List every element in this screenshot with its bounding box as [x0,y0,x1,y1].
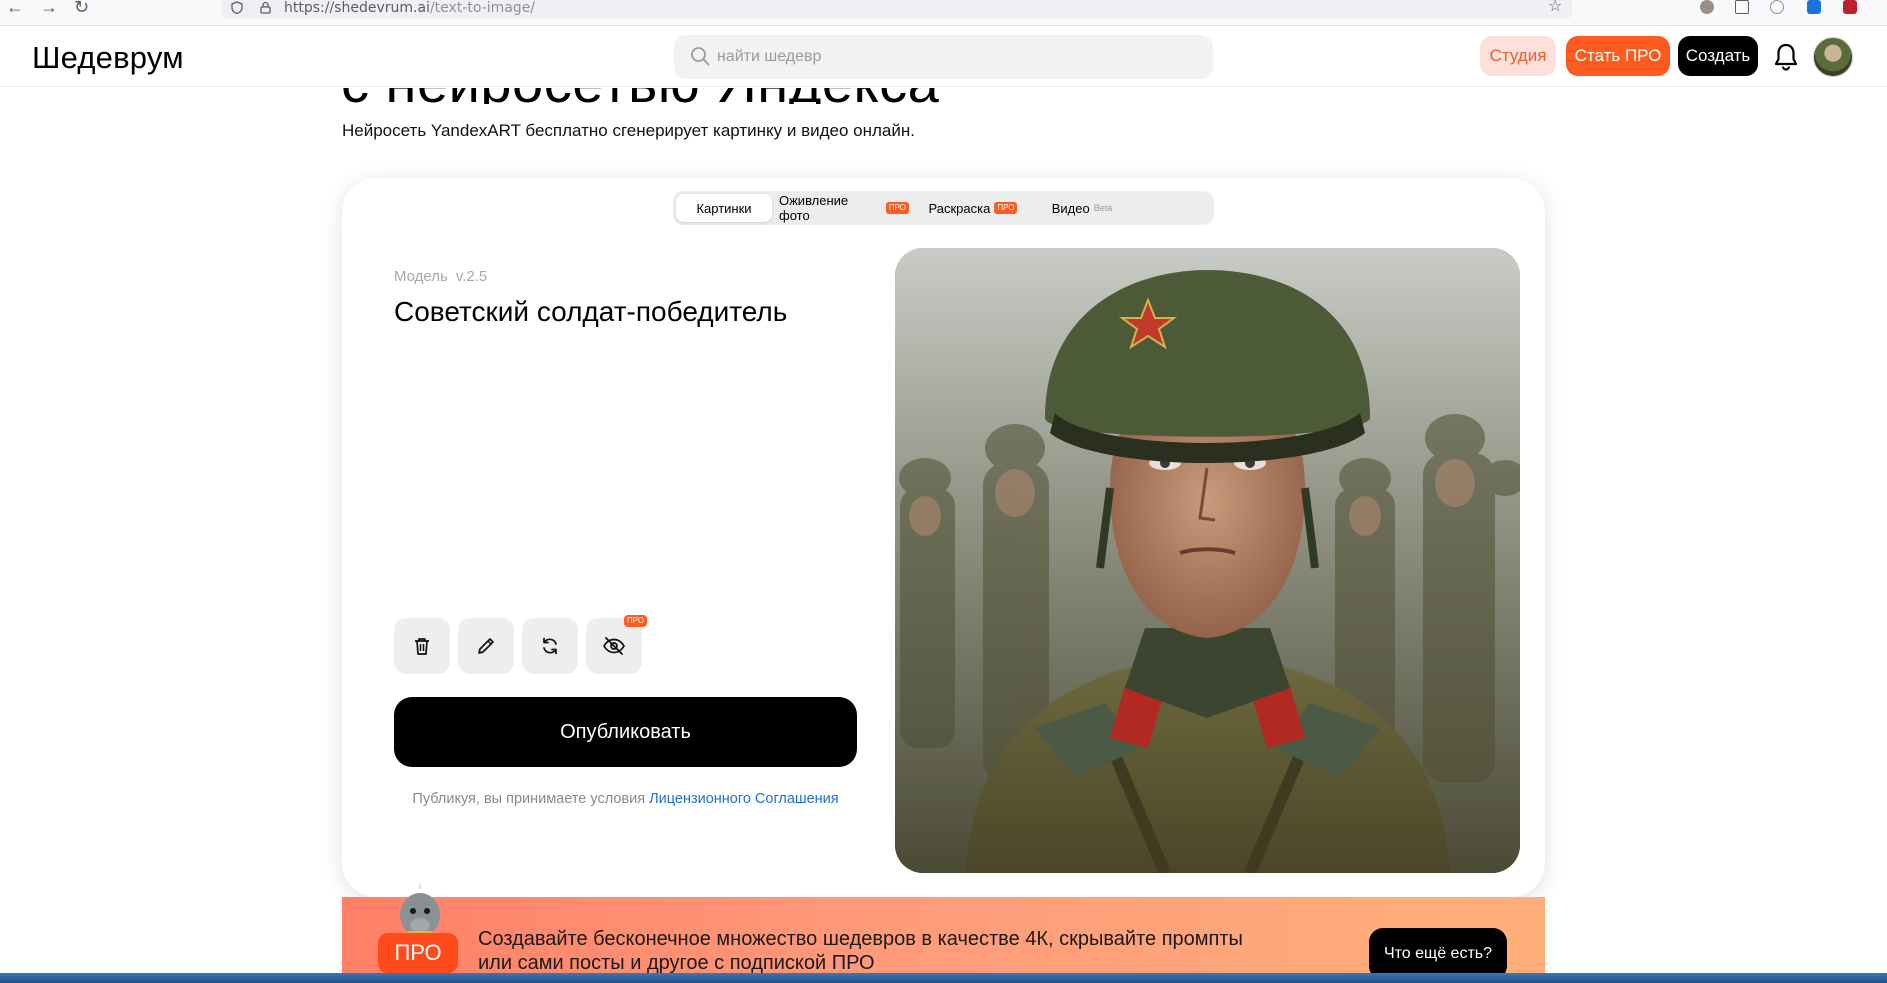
tab-images[interactable]: Картинки [676,194,772,222]
tab-video[interactable]: Видео Beta [1037,194,1127,222]
search-icon [691,47,710,66]
url-text[interactable]: https://shedevrum.ai/text-to-image/ [284,0,535,16]
regenerate-button[interactable] [522,618,578,674]
search-input[interactable] [717,35,1197,79]
search-box[interactable] [674,35,1213,79]
extension-globe-icon[interactable] [1770,0,1784,14]
model-selector[interactable]: Модель v.2.5 [394,268,487,285]
pro-badge: ПРО [994,202,1018,214]
publish-button[interactable]: Опубликовать [394,697,857,767]
license-agreement-link[interactable]: Лицензионного Соглашения [649,791,838,807]
pro-promo-banner: ПРО Создавайте бесконечное множество шед… [342,881,1545,983]
studio-button[interactable]: Студия [1480,36,1556,76]
soldier-portrait-image [895,248,1520,873]
os-taskbar [0,973,1887,983]
delete-button[interactable] [394,618,450,674]
generated-image[interactable] [895,248,1520,873]
extension-avatar-icon[interactable] [1700,0,1714,14]
prompt-text[interactable]: Советский солдат-победитель [394,296,787,328]
page-subtitle: Нейросеть YandexART бесплатно сгенерируе… [342,121,915,140]
promo-text: Создавайте бесконечное множество шедевро… [478,928,1243,974]
trash-icon [415,638,429,655]
user-avatar[interactable] [1813,37,1853,77]
extension-shield-icon[interactable] [1807,0,1821,14]
become-pro-button[interactable]: Стать ПРО [1566,36,1670,76]
extension-page-icon[interactable] [1735,0,1749,14]
tab-photo-animation[interactable]: Оживление фото ПРО [779,193,909,223]
refresh-icon [543,637,557,655]
hide-button[interactable]: ПРО [586,615,648,674]
bell-icon[interactable] [1772,42,1800,72]
extension-red-icon[interactable] [1843,0,1857,14]
eye-off-icon [603,637,625,655]
tab-coloring[interactable]: Раскраска ПРО [923,194,1023,222]
mode-tabs: Картинки Оживление фото ПРО Раскраска ПРО … [673,191,1214,225]
terms-text: Публикуя, вы принимаете условия Лицензио… [412,791,839,807]
lock-icon[interactable] [260,1,271,14]
browser-toolbar: ← → ↻ https://shedevrum.ai/text-to-image… [0,0,1887,26]
beta-label: Beta [1093,203,1113,213]
page-headline: с нейросетью Яндекса [341,88,1141,104]
pencil-icon [478,638,494,654]
bookmark-star-icon[interactable]: ☆ [1548,0,1562,15]
site-header: Шедеврум Студия Стать ПРО Создать [0,27,1887,87]
generator-card: Картинки Оживление фото ПРО Раскраска ПРО … [342,178,1545,897]
pro-badge: ПРО [378,933,458,973]
forward-icon[interactable]: → [40,0,58,16]
shield-icon[interactable] [231,1,243,14]
edit-button[interactable] [458,618,514,674]
reload-icon[interactable]: ↻ [74,0,89,16]
create-button[interactable]: Создать [1678,36,1758,76]
pro-badge: ПРО [624,615,648,627]
back-icon[interactable]: ← [6,0,24,16]
site-logo[interactable]: Шедеврум [32,40,184,76]
pro-badge: ПРО [885,202,909,214]
